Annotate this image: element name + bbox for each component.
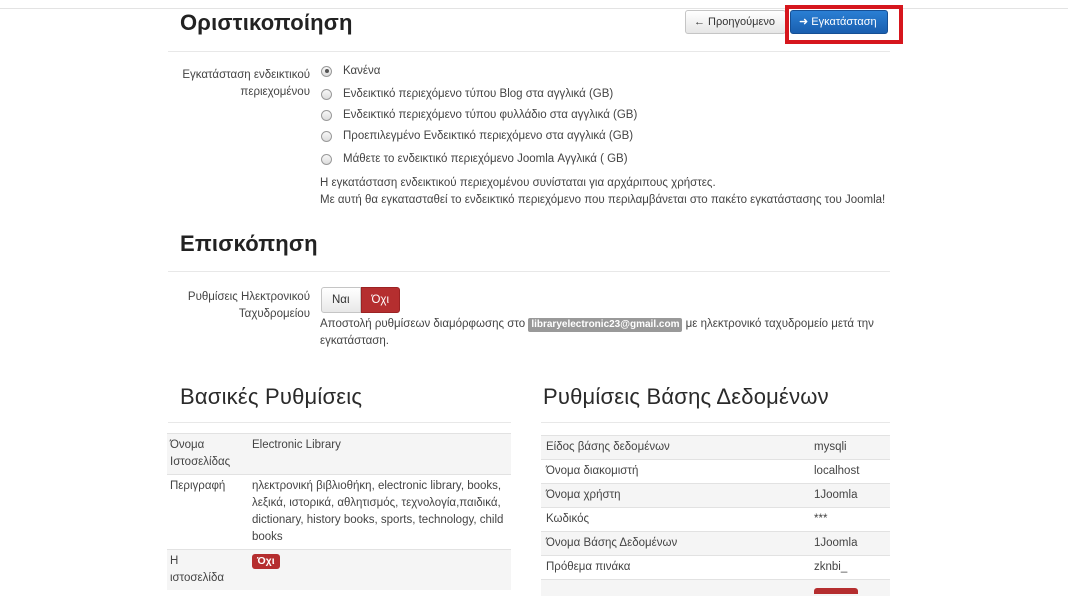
description-line4: books xyxy=(252,531,283,543)
radio-icon[interactable] xyxy=(321,130,332,142)
radio-option-brochure[interactable]: Ενδεικτικό περιεχόμενο τύπου φυλλάδιο στ… xyxy=(321,107,637,123)
sample-data-help-2: Με αυτή θα εγκατασταθεί το ενδεικτικό πε… xyxy=(320,194,886,206)
db-value: mysqli xyxy=(811,435,890,460)
table-row: Ηιστοσελίδα Όχι xyxy=(167,549,511,590)
offline-label-1: Η xyxy=(170,555,179,567)
table-row: Περιγραφή ηλεκτρονική βιβλιοθήκη, electr… xyxy=(167,474,511,550)
table-row: Είδος βάσης δεδομένων mysqli xyxy=(541,435,890,460)
table-row: Όνομα Ιστοσελίδας Electronic Library xyxy=(167,433,511,475)
radio-label: Μάθετε το ενδεικτικό περιεχόμενο Joomla … xyxy=(343,153,628,165)
email-help: Αποστολή ρυθμίσεων διαμόρφωσης στο libra… xyxy=(320,316,874,332)
radio-label: Κανένα xyxy=(343,65,381,77)
overview-heading: Επισκόπηση xyxy=(180,231,318,256)
basic-settings-table: Όνομα Ιστοσελίδας Electronic Library Περι… xyxy=(167,433,511,590)
radio-label: Ενδεικτικό περιεχόμενο τύπου Blog στα αγ… xyxy=(343,88,614,100)
database-settings-heading: Ρυθμίσεις Βάσης Δεδομένων xyxy=(543,384,829,409)
description-line2: λεξικά, ιστορικά, αθλητισμός, τεχνολογία… xyxy=(252,497,501,509)
email-badge: libraryelectronic23@gmail.com xyxy=(528,318,683,332)
site-name-label: Όνομα Ιστοσελίδας xyxy=(167,433,249,475)
db-value: 1Joomla xyxy=(811,483,890,508)
email-settings-label: Ρυθμίσεις Ηλεκτρονικού Ταχυδρομείου xyxy=(160,289,310,323)
radio-option-none[interactable]: Κανένα xyxy=(321,63,380,79)
description-label: Περιγραφή xyxy=(167,474,249,550)
radio-option-default[interactable]: Προεπιλεγμένο Ενδεικτικό περιεχόμενο στα… xyxy=(321,128,633,144)
description-value: ηλεκτρονική βιβλιοθήκη, electronic libra… xyxy=(249,474,511,550)
divider xyxy=(168,51,890,52)
site-name-label-1: Όνομα xyxy=(170,439,205,451)
divider xyxy=(168,271,890,272)
divider xyxy=(168,422,511,423)
email-settings-label-line1: Ρυθμίσεις Ηλεκτρονικού xyxy=(187,291,310,303)
radio-option-learn[interactable]: Μάθετε το ενδεικτικό περιεχόμενο Joomla … xyxy=(321,151,628,167)
db-label: Όνομα Βάσης Δεδομένων xyxy=(541,531,811,556)
db-label: Όνομα διακομιστή xyxy=(541,459,811,484)
radio-icon[interactable] xyxy=(321,65,332,77)
sample-data-label: Εγκατάσταση ενδεικτικού περιεχομένου xyxy=(160,67,310,101)
radio-icon[interactable] xyxy=(321,153,332,165)
email-toggle[interactable]: Ναι Όχι xyxy=(321,287,401,313)
sample-data-label-line1: Εγκατάσταση ενδεικτικού xyxy=(182,69,310,81)
db-label: Πρόθεμα πινάκα xyxy=(541,555,811,580)
status-badge: Όχι xyxy=(252,554,280,569)
status-badge xyxy=(814,588,858,594)
top-border xyxy=(0,8,1068,9)
radio-icon[interactable] xyxy=(321,88,332,100)
table-row: Όνομα διακομιστή localhost xyxy=(541,459,890,484)
email-settings-label-line2: Ταχυδρομείου xyxy=(238,308,310,320)
radio-label: Προεπιλεγμένο Ενδεικτικό περιεχόμενο στα… xyxy=(343,130,634,142)
email-help-before: Αποστολή ρυθμίσεων διαμόρφωσης στο xyxy=(320,318,526,330)
db-label: Είδος βάσης δεδομένων xyxy=(541,435,811,460)
db-value-cut xyxy=(811,579,890,596)
email-help-line2: εγκατάσταση. xyxy=(320,335,389,347)
description-line1: ηλεκτρονική βιβλιοθήκη, electronic libra… xyxy=(252,480,502,492)
table-row: Όνομα Βάσης Δεδομένων 1Joomla xyxy=(541,531,890,556)
sample-data-help-1: Η εγκατάσταση ενδεικτικού περιεχομένου σ… xyxy=(320,177,716,189)
db-label: Όνομα χρήστη xyxy=(541,483,811,508)
radio-label: Ενδεικτικό περιεχόμενο τύπου φυλλάδιο στ… xyxy=(343,109,638,121)
database-settings-table: Είδος βάσης δεδομένων mysqli Όνομα διακο… xyxy=(541,435,890,596)
table-row: Πρόθεμα πινάκα zknbi_ xyxy=(541,555,890,580)
db-value: *** xyxy=(811,507,890,532)
db-value: zknbi_ xyxy=(811,555,890,580)
db-value: localhost xyxy=(811,459,890,484)
page-title: Οριστικοποίηση xyxy=(180,10,353,35)
offline-label: Ηιστοσελίδα xyxy=(167,549,249,590)
db-label: Κωδικός xyxy=(541,507,811,532)
offline-value: Όχι xyxy=(249,549,511,590)
previous-button[interactable]: ← Προηγούμενο xyxy=(685,10,786,34)
divider xyxy=(541,422,890,423)
radio-option-blog[interactable]: Ενδεικτικό περιεχόμενο τύπου Blog στα αγ… xyxy=(321,86,613,102)
description-line3: dictionary, history books, sports, techn… xyxy=(252,514,504,526)
sample-data-label-line2: περιεχομένου xyxy=(240,86,310,98)
highlight-annotation xyxy=(785,5,903,44)
site-name-label-2: Ιστοσελίδας xyxy=(170,456,231,468)
toggle-yes-button[interactable]: Ναι xyxy=(321,287,361,313)
table-row: Κωδικός *** xyxy=(541,507,890,532)
toggle-no-button[interactable]: Όχι xyxy=(360,287,401,313)
basic-settings-heading: Βασικές Ρυθμίσεις xyxy=(180,384,363,409)
site-name-value: Electronic Library xyxy=(249,433,511,475)
radio-icon[interactable] xyxy=(321,109,332,121)
table-row: Όνομα χρήστη 1Joomla xyxy=(541,483,890,508)
email-help-after: με ηλεκτρονικό ταχυδρομείο μετά την xyxy=(685,318,874,330)
table-row xyxy=(541,579,890,596)
db-label-cut xyxy=(541,579,811,596)
offline-label-2: ιστοσελίδα xyxy=(170,572,225,584)
db-value: 1Joomla xyxy=(811,531,890,556)
